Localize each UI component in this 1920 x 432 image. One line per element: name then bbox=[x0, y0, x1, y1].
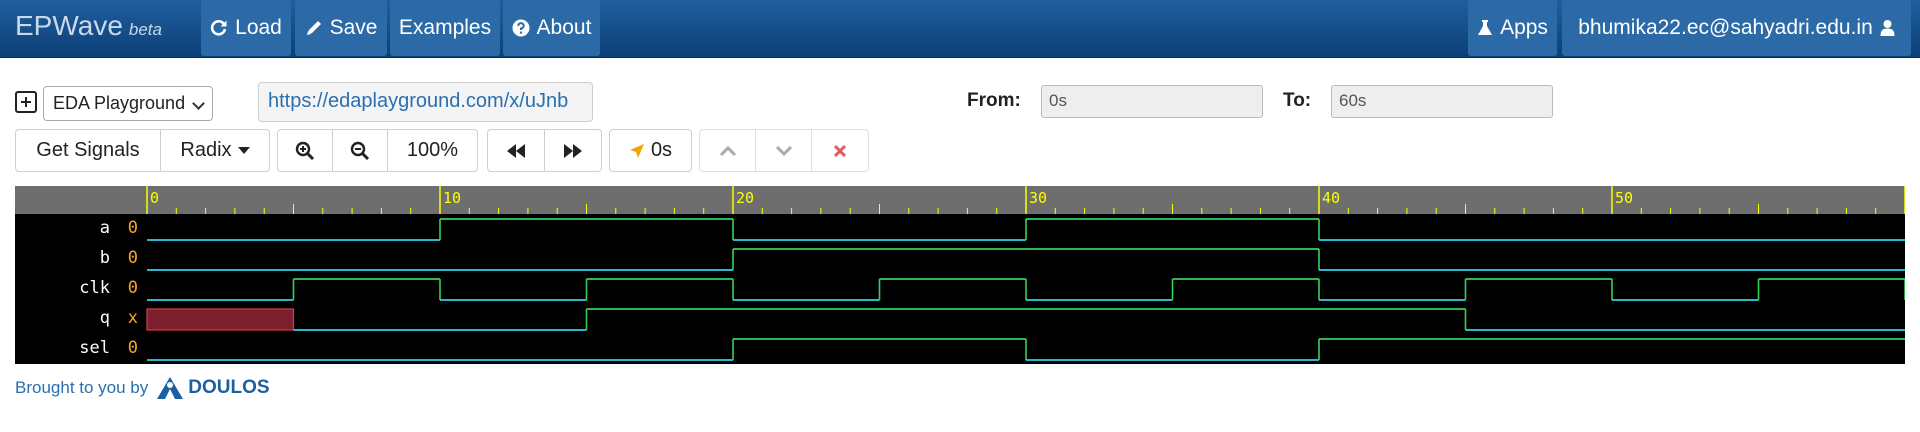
signal-name: b bbox=[99, 248, 110, 268]
examples-label: Examples bbox=[398, 16, 492, 39]
user-email: bhumika22.ec@sahyadri.edu.in bbox=[1578, 16, 1873, 39]
doulos-logo-text: DOULOS bbox=[188, 377, 270, 398]
brand-title: EPWave bbox=[15, 10, 123, 41]
zoom-level-button[interactable]: 100% bbox=[388, 130, 477, 171]
pencil-icon bbox=[306, 21, 321, 35]
load-label: Load bbox=[235, 16, 282, 39]
get-signals-button[interactable]: Get Signals bbox=[16, 130, 161, 171]
chevron-up-icon bbox=[719, 145, 736, 156]
signal-name: sel bbox=[79, 338, 110, 358]
wave-unknown-segment bbox=[146, 308, 295, 331]
signal-edit-toolbar-group bbox=[699, 129, 869, 172]
time-tick-label: 0 bbox=[150, 189, 159, 207]
radix-label: Radix bbox=[180, 139, 232, 161]
about-label: About bbox=[536, 16, 592, 39]
remove-signal-button[interactable] bbox=[812, 130, 868, 171]
refresh-icon bbox=[211, 20, 227, 36]
app-brand[interactable]: EPWave beta bbox=[15, 10, 162, 42]
to-time-input[interactable]: 60s bbox=[1331, 85, 1553, 118]
move-signal-down-button[interactable] bbox=[756, 130, 812, 171]
caret-down-icon bbox=[237, 147, 250, 154]
navigate-toolbar-group bbox=[487, 129, 602, 172]
user-menu-button[interactable]: bhumika22.ec@sahyadri.edu.in bbox=[1562, 0, 1911, 56]
to-time-value: 60s bbox=[1339, 91, 1367, 110]
signal-value: 0 bbox=[127, 248, 138, 268]
save-label: Save bbox=[329, 16, 378, 39]
apps-button[interactable]: Apps bbox=[1468, 0, 1557, 56]
cursor-toolbar-group: 0s bbox=[609, 129, 692, 172]
signal-names-header bbox=[15, 186, 146, 214]
get-signals-label: Get Signals bbox=[36, 139, 140, 161]
location-arrow-icon bbox=[629, 143, 644, 158]
signal-name: q bbox=[99, 308, 110, 328]
zoom-in-icon bbox=[295, 141, 315, 160]
signals-toolbar-group: Get Signals Radix bbox=[15, 129, 270, 172]
cursor-time-value: 0s bbox=[650, 139, 673, 161]
zoom-out-button[interactable] bbox=[333, 130, 388, 171]
signal-name: clk bbox=[79, 278, 110, 298]
examples-button[interactable]: Examples bbox=[390, 0, 500, 56]
signal-value: 0 bbox=[127, 278, 138, 298]
signal-value: x bbox=[127, 308, 138, 328]
signal-value: 0 bbox=[127, 338, 138, 358]
chevron-down-icon bbox=[775, 145, 792, 156]
about-button[interactable]: About bbox=[503, 0, 600, 56]
from-label: From: bbox=[967, 90, 1021, 111]
question-circle-icon bbox=[512, 19, 530, 37]
cursor-time-button[interactable]: 0s bbox=[610, 130, 691, 171]
load-button[interactable]: Load bbox=[201, 0, 291, 56]
flask-icon bbox=[1478, 20, 1493, 35]
share-url-text: https://edaplayground.com/x/uJnb bbox=[268, 90, 569, 112]
time-tick-label: 30 bbox=[1029, 189, 1047, 207]
signal-row-clk[interactable]: clk 0 bbox=[15, 274, 146, 304]
time-tick-label: 40 bbox=[1322, 189, 1340, 207]
expand-plus-icon[interactable] bbox=[15, 91, 37, 113]
playground-select-value: EDA Playground bbox=[53, 93, 186, 113]
from-time-input[interactable]: 0s bbox=[1041, 85, 1263, 118]
user-icon bbox=[1880, 20, 1895, 36]
signal-name: a bbox=[99, 218, 110, 238]
time-tick-label: 50 bbox=[1615, 189, 1633, 207]
go-to-end-button[interactable] bbox=[545, 130, 602, 171]
zoom-out-icon bbox=[350, 141, 370, 160]
zoom-level-value: 100% bbox=[406, 139, 459, 161]
go-to-start-button[interactable] bbox=[488, 130, 545, 171]
apps-label: Apps bbox=[1500, 16, 1548, 39]
signal-row-b[interactable]: b0 bbox=[15, 244, 146, 274]
close-icon bbox=[833, 144, 847, 157]
signal-row-sel[interactable]: sel 0 bbox=[15, 334, 146, 364]
playground-select[interactable]: EDA Playground bbox=[43, 86, 213, 121]
save-button[interactable]: Save bbox=[295, 0, 387, 56]
fast-forward-icon bbox=[563, 143, 582, 158]
time-tick-label: 10 bbox=[443, 189, 461, 207]
move-signal-up-button[interactable] bbox=[700, 130, 756, 171]
to-label: To: bbox=[1283, 90, 1312, 111]
from-time-value: 0s bbox=[1049, 91, 1067, 110]
signal-row-q[interactable]: qx bbox=[15, 304, 146, 334]
waveform-canvas[interactable]: 0 10 20 30 40 50 bbox=[146, 186, 1905, 364]
brand-subtitle: beta bbox=[128, 20, 162, 39]
signal-names-panel: a 0 b 0 clk 0 q x sel 0 bbox=[15, 186, 146, 364]
zoom-in-button[interactable] bbox=[278, 130, 333, 171]
fast-backward-icon bbox=[506, 143, 525, 158]
footer: Brought to you by DOULOS bbox=[15, 376, 270, 400]
doulos-logo-icon bbox=[157, 377, 184, 399]
signal-value: 0 bbox=[127, 218, 138, 238]
waveform-viewer[interactable]: a 0 b 0 clk 0 q x sel 0 0 10 20 30 40 50 bbox=[15, 186, 1905, 364]
footer-text: Brought to you by bbox=[15, 378, 149, 397]
zoom-toolbar-group: 100% bbox=[277, 129, 478, 172]
doulos-logo[interactable]: DOULOS bbox=[156, 376, 270, 400]
share-url-field[interactable]: https://edaplayground.com/x/uJnb bbox=[258, 82, 593, 122]
top-navbar: EPWave beta Load Save Examples About Apps bbox=[0, 0, 1920, 58]
chevron-down-icon bbox=[192, 97, 205, 110]
time-tick-label: 20 bbox=[736, 189, 754, 207]
radix-dropdown-button[interactable]: Radix bbox=[161, 130, 269, 171]
signal-row-a[interactable]: a0 bbox=[15, 214, 146, 244]
